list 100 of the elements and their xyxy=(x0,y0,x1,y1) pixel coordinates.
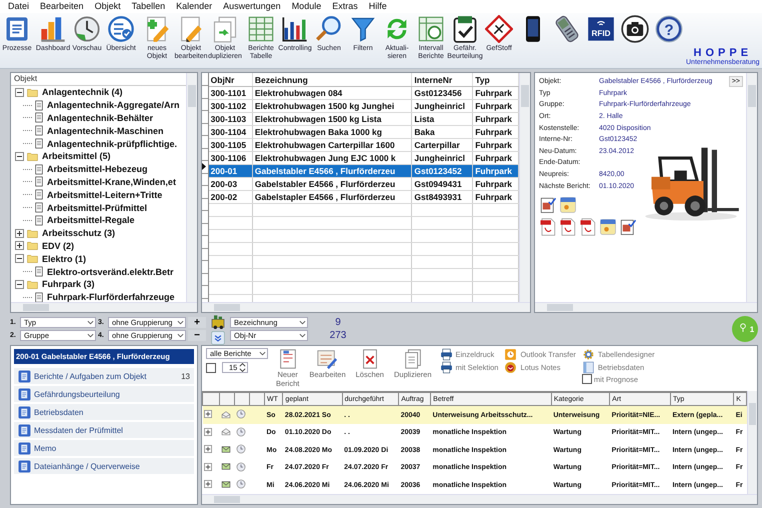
expand-icon[interactable] xyxy=(204,480,212,488)
checkbox[interactable] xyxy=(206,362,216,372)
expand-icon[interactable] xyxy=(204,428,212,436)
table-row[interactable]: 300-1102 Elektrohubwagen 1500 kg Junghei Jungheinricl Fuhrpark xyxy=(208,100,518,112)
nav-item[interactable]: Dateianhänge / Querverweise xyxy=(14,458,194,474)
document-icon xyxy=(18,442,31,454)
menu-item[interactable]: Module xyxy=(292,0,322,13)
document-icon xyxy=(34,189,44,200)
tree-item[interactable]: Arbeitsmittel-Leitern+Tritte xyxy=(47,190,162,200)
checked-document-icon[interactable] xyxy=(619,218,637,236)
scrollbar[interactable] xyxy=(535,302,757,312)
scrollbar[interactable] xyxy=(11,302,197,312)
tree-item[interactable]: Anlagentechnik (4) xyxy=(42,87,123,98)
tree-item[interactable]: Anlagentechnik-Aggregate/Arn xyxy=(47,100,180,110)
table-cell: Elektrohubwagen Carterpillar 1600 xyxy=(252,138,412,152)
menu-item[interactable]: Kalender xyxy=(176,0,212,13)
menu-item[interactable]: Auswertungen xyxy=(223,0,281,13)
record-count: 9 xyxy=(334,317,342,328)
document-icon xyxy=(18,406,31,418)
expand-icon[interactable] xyxy=(204,410,212,418)
tree-item[interactable]: Arbeitsmittel-Hebezeug xyxy=(47,164,148,174)
remove-button[interactable]: − xyxy=(188,330,206,341)
table-cell: Gabelstapler E4566 , Flurförderzeu xyxy=(252,190,412,204)
table-row[interactable]: 200-01 Gabelstabler E4566 , Flurförderzeu Gst0123452 Fuhrpark xyxy=(208,164,518,178)
collapse-icon[interactable] xyxy=(15,280,24,289)
table-row[interactable]: 300-1101 Elektrohubwagen 084 Gst0123456 Fuhrpark xyxy=(208,86,518,100)
tree-item[interactable]: Arbeitsschutz (3) xyxy=(42,228,116,238)
table-cell: Elektrohubwagen 1500 kg Lista xyxy=(252,112,412,126)
tree-item[interactable]: Arbeitsmittel-Regale xyxy=(47,215,135,226)
menu-item[interactable]: Objekt xyxy=(94,0,121,13)
scrollbar[interactable] xyxy=(519,73,530,302)
tree-item[interactable]: Fuhrpark-Flurförderfahrzeuge xyxy=(47,292,175,302)
folder-icon xyxy=(26,228,39,239)
image-file-icon[interactable] xyxy=(559,196,577,214)
table-cell: Fuhrpark xyxy=(472,164,518,178)
tree-item[interactable]: Fuhrpark (3) xyxy=(42,279,95,290)
add-button[interactable]: + xyxy=(188,317,206,328)
tree-item[interactable]: Arbeitsmittel-Prüfmittel xyxy=(47,202,148,213)
scrollbar[interactable] xyxy=(746,73,757,302)
clock-icon xyxy=(236,409,246,419)
toolbar-button[interactable]: ? xyxy=(652,15,686,67)
expand-icon[interactable] xyxy=(204,462,212,471)
column-header[interactable]: InterneNr xyxy=(412,73,473,86)
tree-item[interactable]: Anlagentechnik-prüfpflichtige. xyxy=(47,138,178,149)
column-header[interactable]: Bezeichnung xyxy=(252,73,412,86)
nav-item[interactable]: Berichte / Aufgaben zum Objekt 13 xyxy=(14,368,194,384)
tree-item[interactable]: Elektro (1) xyxy=(42,254,86,264)
image-file-icon[interactable] xyxy=(599,218,617,236)
column-header[interactable]: ObjNr xyxy=(208,73,252,86)
table-row[interactable]: 300-1105 Elektrohubwagen Carterpillar 1600 Carterpillar Fuhrpark xyxy=(208,138,518,152)
table-row[interactable]: 200-02 Gabelstapler E4566 , Flurförderzeu Gst8493931 Fuhrpark xyxy=(208,190,518,204)
collapse-icon[interactable] xyxy=(15,152,24,161)
menu-item[interactable]: Tabellen xyxy=(132,0,166,13)
scrollbar[interactable] xyxy=(202,494,757,504)
chevron-down-icon xyxy=(259,350,266,357)
collapse-all-icon[interactable] xyxy=(211,330,225,344)
column-header[interactable]: Objekt xyxy=(11,73,186,86)
nav-item[interactable]: Gefährdungsbeurteilung xyxy=(14,386,194,402)
checkbox[interactable] xyxy=(582,374,592,384)
expand-icon[interactable] xyxy=(15,241,24,250)
tree-item[interactable]: Arbeitsmittel-Krane,Winden,et xyxy=(47,176,176,187)
scrollbar[interactable] xyxy=(202,302,530,312)
document-icon xyxy=(34,292,44,302)
menu-item[interactable]: Hilfe xyxy=(368,0,387,13)
tree-item[interactable]: Arbeitsmittel (5) xyxy=(42,151,111,162)
tree-item[interactable]: Anlagentechnik-Behälter xyxy=(47,112,154,123)
help-icon: ? xyxy=(655,15,683,43)
scrollbar[interactable] xyxy=(186,73,197,302)
document-icon xyxy=(34,112,44,124)
table-row[interactable]: 300-1104 Elektrohubwagen Baka 1000 kg Baka Fuhrpark xyxy=(208,126,518,138)
table-cell: Jungheinricl xyxy=(412,100,473,112)
menu-item[interactable]: Datei xyxy=(8,0,30,13)
table-cell: 200-01 xyxy=(208,164,252,178)
spinner-arrows-icon xyxy=(239,362,246,373)
checked-document-icon[interactable] xyxy=(539,196,557,214)
document-icon xyxy=(34,100,44,111)
tree-item[interactable]: EDV (2) xyxy=(42,240,74,251)
tree-item[interactable]: Elektro-ortsveränd.elektr.Betr xyxy=(47,266,174,277)
vehicle-icon[interactable] xyxy=(210,314,226,330)
table-cell: 300-1104 xyxy=(208,126,252,138)
table-cell: 300-1103 xyxy=(208,112,252,126)
nav-item[interactable]: Memo xyxy=(14,440,194,456)
tree-item[interactable]: Anlagentechnik-Maschinen xyxy=(47,126,164,136)
document-icon xyxy=(34,125,44,136)
table-row[interactable]: 300-1103 Elektrohubwagen 1500 kg Lista Lista Fuhrpark xyxy=(208,112,518,126)
nav-item[interactable]: Messdaten der Prüfmittel xyxy=(14,422,194,438)
table-row[interactable]: 200-03 Gabelstabler E4566 , Flurförderzeu Gst0949431 Fuhrpark xyxy=(208,178,518,190)
printer-icon xyxy=(440,348,453,361)
collapse-icon[interactable] xyxy=(15,88,24,97)
collapse-icon[interactable] xyxy=(15,254,24,264)
pdf-icon[interactable] xyxy=(539,218,557,236)
expand-icon[interactable] xyxy=(15,228,24,238)
menu-item[interactable]: Extras xyxy=(332,0,358,13)
pdf-icon[interactable] xyxy=(559,218,577,236)
scrollbar[interactable] xyxy=(747,391,757,494)
nav-item[interactable]: Betriebsdaten xyxy=(14,404,194,420)
menu-item[interactable]: Bearbeiten xyxy=(40,0,84,13)
expand-icon[interactable] xyxy=(204,445,212,454)
toolbar-button[interactable]: RFID xyxy=(584,15,618,67)
pdf-icon[interactable] xyxy=(579,218,597,236)
